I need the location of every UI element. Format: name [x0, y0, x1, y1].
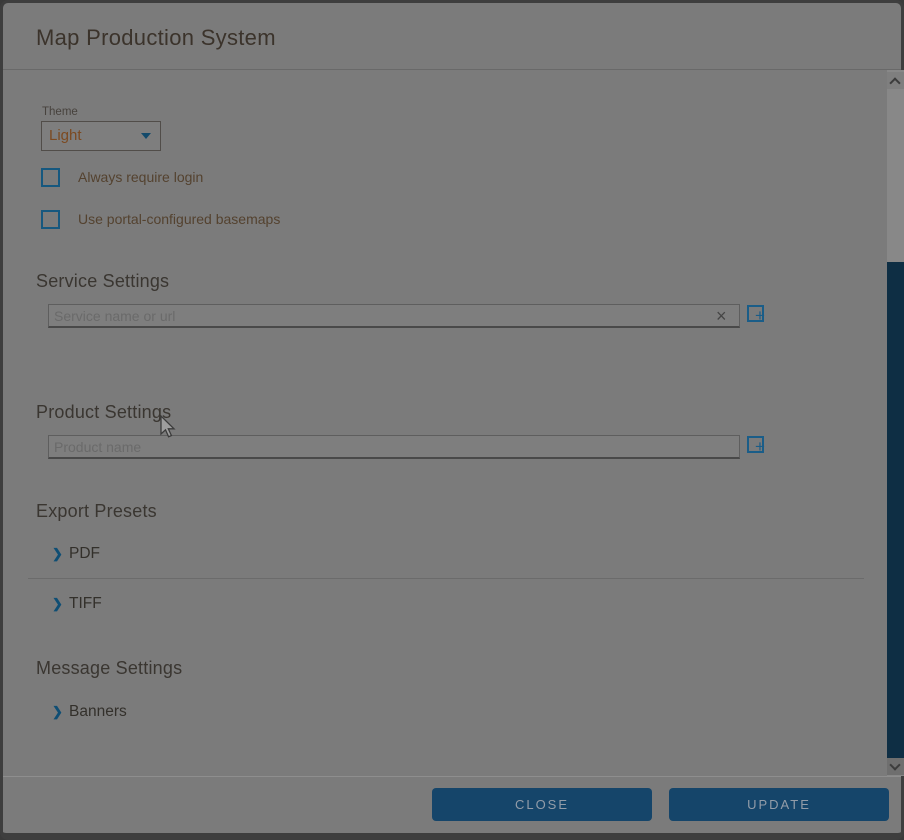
chevron-right-icon: ❯	[52, 596, 63, 612]
dialog-header: Map Production System	[3, 3, 901, 69]
theme-selected-value: Light	[49, 127, 82, 144]
theme-label: Theme	[42, 106, 78, 118]
message-settings-title: Message Settings	[36, 658, 182, 679]
scroll-down-button[interactable]	[887, 758, 904, 775]
service-settings-title: Service Settings	[36, 271, 169, 292]
add-icon: +	[755, 437, 765, 456]
portal-basemaps-checkbox[interactable]	[41, 210, 60, 229]
checkbox-label: Use portal-configured basemaps	[78, 211, 280, 227]
banners-label: Banners	[69, 703, 127, 721]
export-preset-label: TIFF	[69, 595, 102, 613]
add-product-button[interactable]: +	[747, 436, 764, 453]
export-presets-title: Export Presets	[36, 501, 157, 522]
close-button[interactable]: CLOSE	[432, 788, 652, 821]
clear-icon[interactable]: ×	[716, 307, 727, 325]
export-preset-label: PDF	[69, 545, 100, 563]
service-name-input[interactable]	[48, 304, 740, 328]
theme-select[interactable]: Light	[41, 121, 161, 151]
scroll-down-icon	[889, 759, 900, 770]
scroll-up-button[interactable]	[887, 72, 904, 89]
product-settings-title: Product Settings	[36, 402, 171, 423]
update-button[interactable]: UPDATE	[669, 788, 889, 821]
add-icon: +	[755, 306, 765, 325]
dialog-footer: CLOSE UPDATE	[3, 776, 901, 833]
page-title: Map Production System	[36, 25, 276, 51]
always-require-login-checkbox[interactable]	[41, 168, 60, 187]
chevron-down-icon	[141, 133, 151, 139]
preset-divider	[28, 578, 864, 579]
scrollbar-thumb[interactable]	[887, 262, 904, 758]
map-production-dialog: Map Production System Theme Light Always…	[0, 0, 904, 840]
mouse-cursor-icon	[160, 415, 177, 439]
chevron-right-icon: ❯	[52, 704, 63, 720]
scroll-up-icon	[889, 77, 900, 88]
add-service-button[interactable]: +	[747, 305, 764, 322]
checkbox-label: Always require login	[78, 169, 203, 185]
footer-divider	[3, 776, 901, 777]
vertical-scrollbar[interactable]	[887, 70, 904, 776]
chevron-right-icon: ❯	[52, 546, 63, 562]
product-name-input[interactable]	[48, 435, 740, 459]
settings-content: Theme Light Always require login Use por…	[3, 70, 884, 773]
